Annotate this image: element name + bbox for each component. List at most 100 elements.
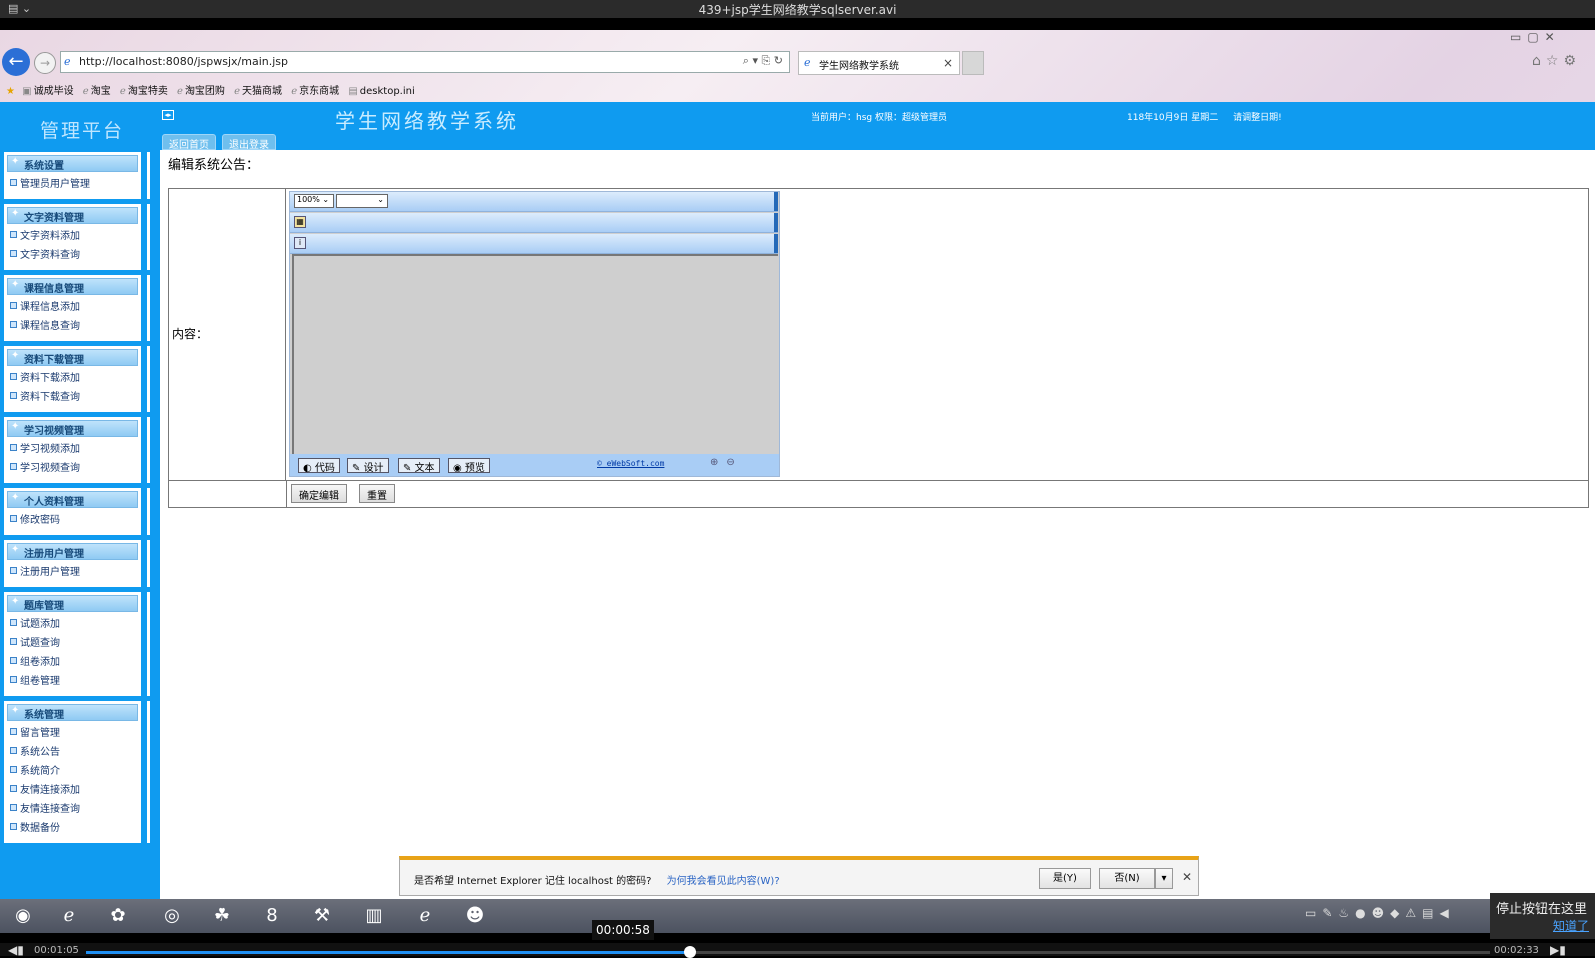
favorite-link[interactable]: ℯ 天猫商城 <box>234 86 282 97</box>
prompt-dropdown-button[interactable]: ▾ <box>1155 868 1173 889</box>
resize-editor-icons[interactable]: ⊕⊖ <box>710 457 743 468</box>
text-mode-button[interactable]: ✎ 文本 <box>398 458 440 474</box>
seek-knob[interactable] <box>683 946 696 958</box>
code-mode-button[interactable]: ◐ 代码 <box>298 458 340 474</box>
bullet-icon <box>10 728 17 735</box>
reset-button[interactable]: 重置 <box>359 484 395 503</box>
elapsed-time: 00:01:05 <box>34 945 79 956</box>
ie-taskbar-icon[interactable]: ℯ <box>402 901 448 931</box>
sidebar-item[interactable]: 管理员用户管理 <box>4 174 141 193</box>
bullet-icon <box>10 321 17 328</box>
app-taskbar-icon[interactable]: ✿ <box>95 901 141 931</box>
ie-page-icon: ℯ <box>119 86 126 97</box>
sidebar-item[interactable]: 系统公告 <box>4 742 141 761</box>
info-icon[interactable]: i <box>294 237 306 249</box>
hover-time: 00:00:58 <box>592 920 654 940</box>
sidebar-group-title[interactable]: ✦ 注册用户管理 <box>7 543 138 560</box>
sidebar-item[interactable]: 组卷添加 <box>4 652 141 671</box>
collapse-sidebar-icon[interactable]: ◂▸ <box>162 110 174 120</box>
window-controls[interactable]: ▭▢✕ <box>1510 30 1561 44</box>
sidebar-item[interactable]: 试题添加 <box>4 614 141 633</box>
sidebar-item[interactable]: 系统简介 <box>4 761 141 780</box>
sidebar-item[interactable]: 组卷管理 <box>4 671 141 690</box>
favorite-link[interactable]: ▣ 诚成毕设 <box>22 86 73 97</box>
editor-text-area[interactable] <box>292 254 778 454</box>
zoom-select[interactable]: 100% ⌄ <box>294 194 334 208</box>
sidebar-group-title[interactable]: ✦ 学习视频管理 <box>7 420 138 437</box>
sidebar-item[interactable]: 资料下载查询 <box>4 387 141 406</box>
preview-mode-button[interactable]: ◉ 预览 <box>448 458 490 474</box>
home-favorites-settings-icons[interactable]: ⌂☆⚙ <box>1532 53 1581 69</box>
announcement-form: 内容： 100% ⌄ ⌄ ▦ i ◐ 代码 ✎ 设计 ✎ 文本 ◉ 预览 © e… <box>168 188 1589 508</box>
sidebar-item[interactable]: 注册用户管理 <box>4 562 141 581</box>
prompt-yes-button[interactable]: 是(Y) <box>1039 868 1091 889</box>
new-tab-button[interactable] <box>962 51 984 75</box>
image-icon[interactable]: ▦ <box>294 216 306 228</box>
sidebar-group-title[interactable]: ✦ 课程信息管理 <box>7 278 138 295</box>
editor-footer: ◐ 代码 ✎ 设计 ✎ 文本 ◉ 预览 © eWebSoft.com ⊕⊖ <box>290 454 779 476</box>
seek-track[interactable] <box>86 946 1490 958</box>
browser-tab[interactable]: ℯ 学生网络教学系统 × <box>798 51 960 75</box>
sidebar-item[interactable]: 留言管理 <box>4 723 141 742</box>
sidebar-group-title[interactable]: ✦ 题库管理 <box>7 595 138 612</box>
sidebar-group-title[interactable]: ✦ 资料下载管理 <box>7 349 138 366</box>
home-tab[interactable]: 返回首页 <box>162 134 216 151</box>
favorites-star-icon[interactable]: ★ <box>6 86 15 97</box>
sidebar-item[interactable]: 课程信息添加 <box>4 297 141 316</box>
logout-tab[interactable]: 退出登录 <box>222 134 276 151</box>
bullet-icon <box>10 231 17 238</box>
sidebar-group-title[interactable]: ✦ 个人资料管理 <box>7 491 138 508</box>
sidebar-group: ✦ 文字资料管理 文字资料添加 文字资料查询 <box>4 204 150 270</box>
group-icon: ✦ <box>11 156 20 167</box>
favorite-link[interactable]: ℯ 淘宝特卖 <box>120 86 168 97</box>
group-icon: ✦ <box>11 421 20 432</box>
sidebar-item[interactable]: 文字资料添加 <box>4 226 141 245</box>
font-select[interactable]: ⌄ <box>336 194 388 208</box>
favorite-link[interactable]: ℯ 淘宝团购 <box>177 86 225 97</box>
favorite-link[interactable]: ℯ 淘宝 <box>83 86 111 97</box>
favorite-link[interactable]: ℯ 京东商城 <box>291 86 339 97</box>
confirm-edit-button[interactable]: 确定编辑 <box>291 484 347 503</box>
close-icon[interactable]: ✕ <box>1182 870 1192 884</box>
app-taskbar-icon[interactable]: ▥ <box>351 901 397 931</box>
prompt-no-button[interactable]: 否(N) <box>1099 868 1155 889</box>
sidebar-item[interactable]: 修改密码 <box>4 510 141 529</box>
system-tray-icons[interactable]: ▭✎♨●☻◆⚠▤◀ <box>1305 906 1455 920</box>
favorite-link[interactable]: ▤ desktop.ini <box>348 86 414 97</box>
sidebar-item[interactable]: 友情连接查询 <box>4 799 141 818</box>
ie-taskbar-icon[interactable]: ℯ <box>46 901 92 931</box>
date-text: 118年10月9日 星期二 <box>1127 113 1219 123</box>
sidebar-item[interactable]: 友情连接添加 <box>4 780 141 799</box>
address-bar[interactable]: ℯ http://localhost:8080/jspwsjx/main.jsp… <box>60 51 790 73</box>
sidebar-item[interactable]: 资料下载添加 <box>4 368 141 387</box>
app-taskbar-icon[interactable]: ☻ <box>452 901 498 931</box>
sidebar-group-title[interactable]: ✦ 系统管理 <box>7 704 138 721</box>
app-taskbar-icon[interactable]: 8 <box>249 901 295 931</box>
next-icon[interactable]: ▶▮ <box>1550 943 1566 957</box>
start-button-icon[interactable]: ◉ <box>0 901 46 931</box>
chrome-taskbar-icon[interactable]: ◎ <box>149 901 195 931</box>
previous-icon[interactable]: ◀▮ <box>8 943 24 957</box>
sidebar-item[interactable]: 学习视频查询 <box>4 458 141 477</box>
tip-ok-link[interactable]: 知道了 <box>1496 917 1595 934</box>
forward-button[interactable]: → <box>34 52 56 74</box>
back-button[interactable]: ← <box>2 48 30 76</box>
address-tools-icon[interactable]: ⌕ ▾ ⎘ ↻ <box>743 54 783 68</box>
design-mode-button[interactable]: ✎ 设计 <box>347 458 389 474</box>
bullet-icon <box>10 619 17 626</box>
sidebar-group-title[interactable]: ✦ 系统设置 <box>7 155 138 172</box>
close-tab-icon[interactable]: × <box>943 56 953 70</box>
sidebar-group-title[interactable]: ✦ 文字资料管理 <box>7 207 138 224</box>
app-taskbar-icon[interactable]: ⚒ <box>299 901 345 931</box>
sidebar-item[interactable]: 课程信息查询 <box>4 316 141 335</box>
folder-icon: ▣ <box>22 86 32 97</box>
ewebsoft-link[interactable]: © eWebSoft.com <box>597 459 664 468</box>
prompt-help-link[interactable]: 为何我会看见此内容(W)? <box>667 876 780 887</box>
sidebar-item[interactable]: 学习视频添加 <box>4 439 141 458</box>
date-hint: 请调整日期! <box>1233 113 1282 123</box>
sidebar-item[interactable]: 文字资料查询 <box>4 245 141 264</box>
sidebar-item[interactable]: 数据备份 <box>4 818 141 837</box>
sidebar-item[interactable]: 试题查询 <box>4 633 141 652</box>
app-taskbar-icon[interactable]: ☘ <box>199 901 245 931</box>
sidebar-group: ✦ 注册用户管理 注册用户管理 <box>4 540 150 587</box>
